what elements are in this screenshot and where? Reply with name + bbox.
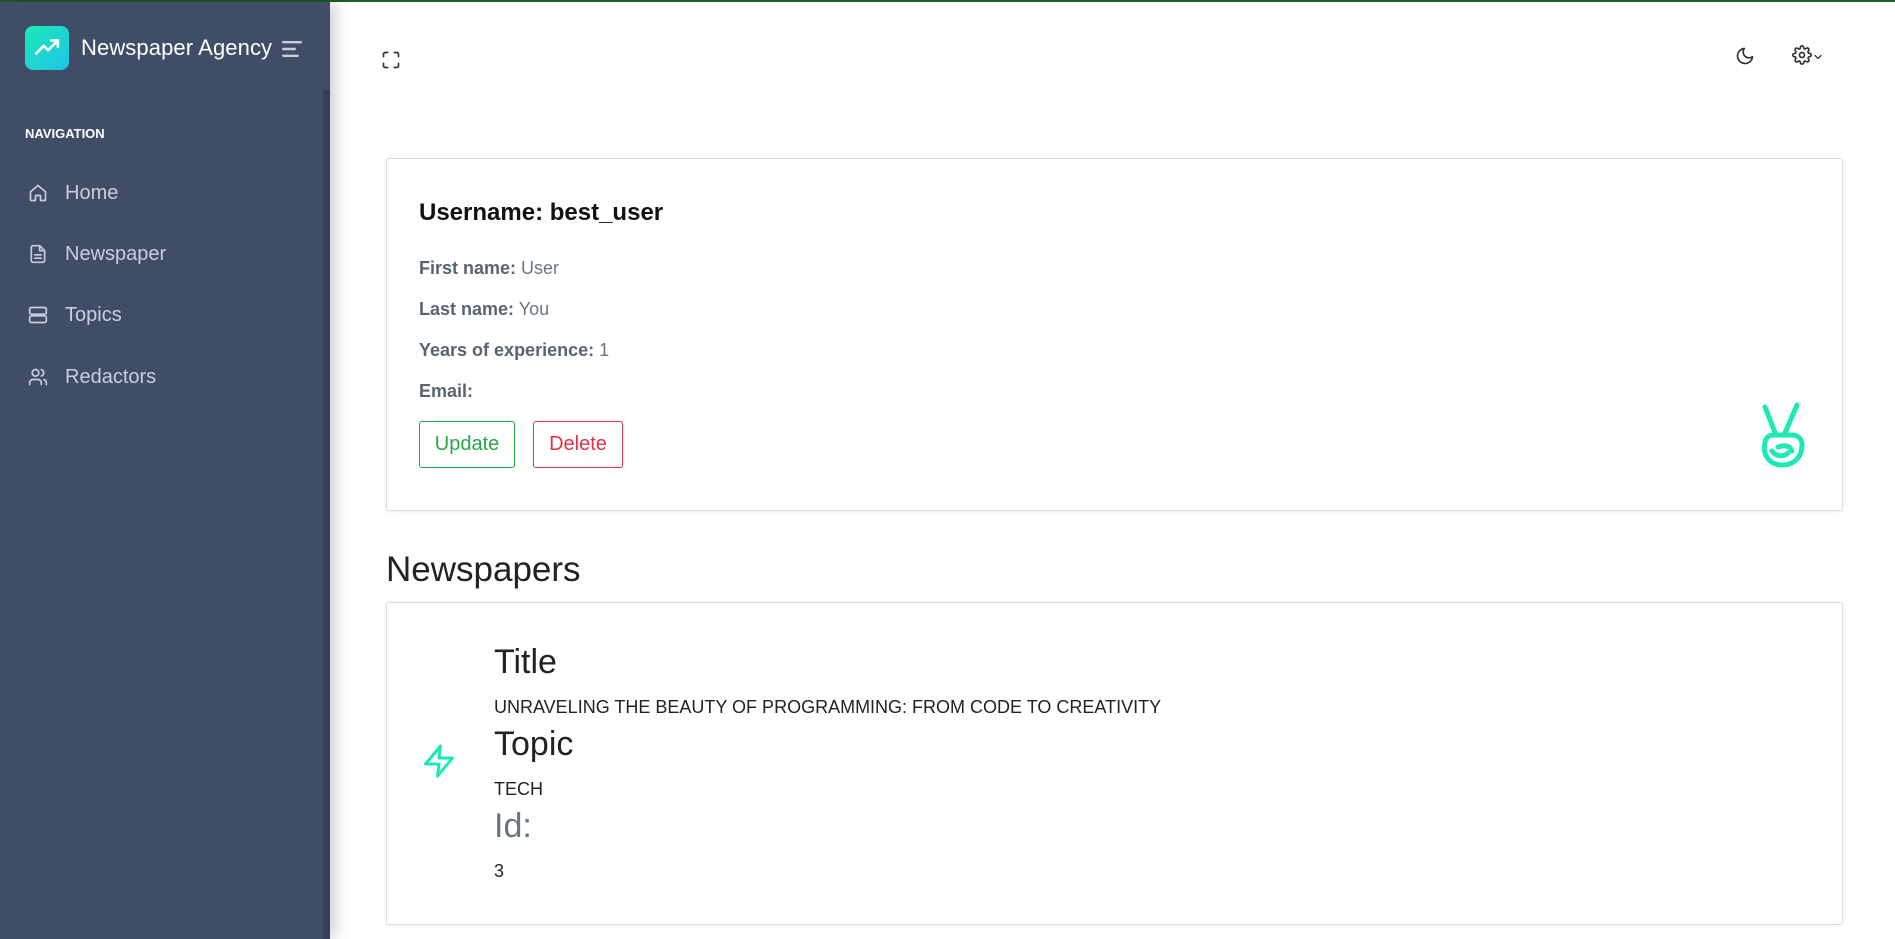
file-text-icon — [27, 243, 49, 265]
first-name-field: First name: User — [419, 258, 559, 279]
home-icon — [27, 182, 49, 204]
delete-button[interactable]: Delete — [533, 421, 623, 468]
gear-icon — [1792, 45, 1812, 69]
topic-heading: Topic — [494, 725, 574, 763]
brand[interactable]: Newspaper Agency — [25, 26, 315, 70]
first-name-label: First name: — [419, 258, 517, 278]
title-heading: Title — [494, 643, 557, 681]
menu-toggle-icon[interactable] — [282, 40, 304, 58]
users-icon — [27, 366, 49, 388]
sidebar-item-newspaper[interactable]: Newspaper — [0, 229, 323, 279]
first-name-value: User — [521, 258, 560, 278]
profile-card: Username: best_user First name: User Las… — [386, 158, 1843, 511]
fullscreen-button[interactable] — [380, 51, 402, 73]
sidebar-item-home[interactable]: Home — [0, 168, 323, 218]
brand-name: Newspaper Agency — [81, 35, 273, 60]
newspaper-id-value: 3 — [494, 861, 505, 881]
username-heading: Username: best_user — [419, 199, 663, 227]
last-name-field: Last name: You — [419, 299, 549, 320]
moon-icon — [1735, 46, 1755, 70]
peace-hand-icon — [1756, 399, 1810, 469]
newspaper-topic-value: TECH — [494, 779, 543, 799]
id-heading: Id: — [494, 807, 532, 845]
fullscreen-icon — [381, 50, 401, 74]
nav-caption: NAVIGATION — [25, 126, 105, 141]
sidebar-item-redactors[interactable]: Redactors — [0, 352, 323, 402]
zap-icon — [421, 741, 457, 781]
email-field: Email: — [419, 381, 473, 402]
sidebar-item-topics[interactable]: Topics — [0, 290, 323, 340]
sidebar: Newspaper Agency NAVIGATION Home Newspap… — [0, 2, 330, 939]
sidebar-scrollbar[interactable] — [323, 90, 330, 939]
sidebar-item-label: Redactors — [65, 365, 157, 388]
settings-dropdown-button[interactable] — [1788, 45, 1828, 69]
chevron-down-icon — [1812, 48, 1824, 67]
last-name-value: You — [518, 299, 550, 319]
theme-toggle-button[interactable] — [1733, 46, 1757, 70]
trending-up-icon — [25, 26, 69, 70]
username-value: best_user — [549, 199, 664, 226]
sidebar-item-label: Newspaper — [65, 242, 167, 265]
email-label: Email: — [419, 381, 474, 401]
username-label: Username: — [419, 199, 544, 226]
experience-value: 1 — [599, 340, 610, 360]
sidebar-item-label: Topics — [65, 303, 122, 326]
experience-field: Years of experience: 1 — [419, 340, 609, 361]
update-button[interactable]: Update — [419, 421, 515, 468]
newspaper-title-value: UNRAVELING THE BEAUTY OF PROGRAMMING: FR… — [494, 697, 1162, 717]
experience-label: Years of experience: — [419, 340, 595, 360]
last-name-label: Last name: — [419, 299, 515, 319]
newspaper-card: Title UNRAVELING THE BEAUTY OF PROGRAMMI… — [386, 602, 1843, 925]
sidebar-item-label: Home — [65, 181, 119, 204]
server-icon — [27, 304, 49, 326]
section-title-newspapers: Newspapers — [386, 550, 581, 589]
